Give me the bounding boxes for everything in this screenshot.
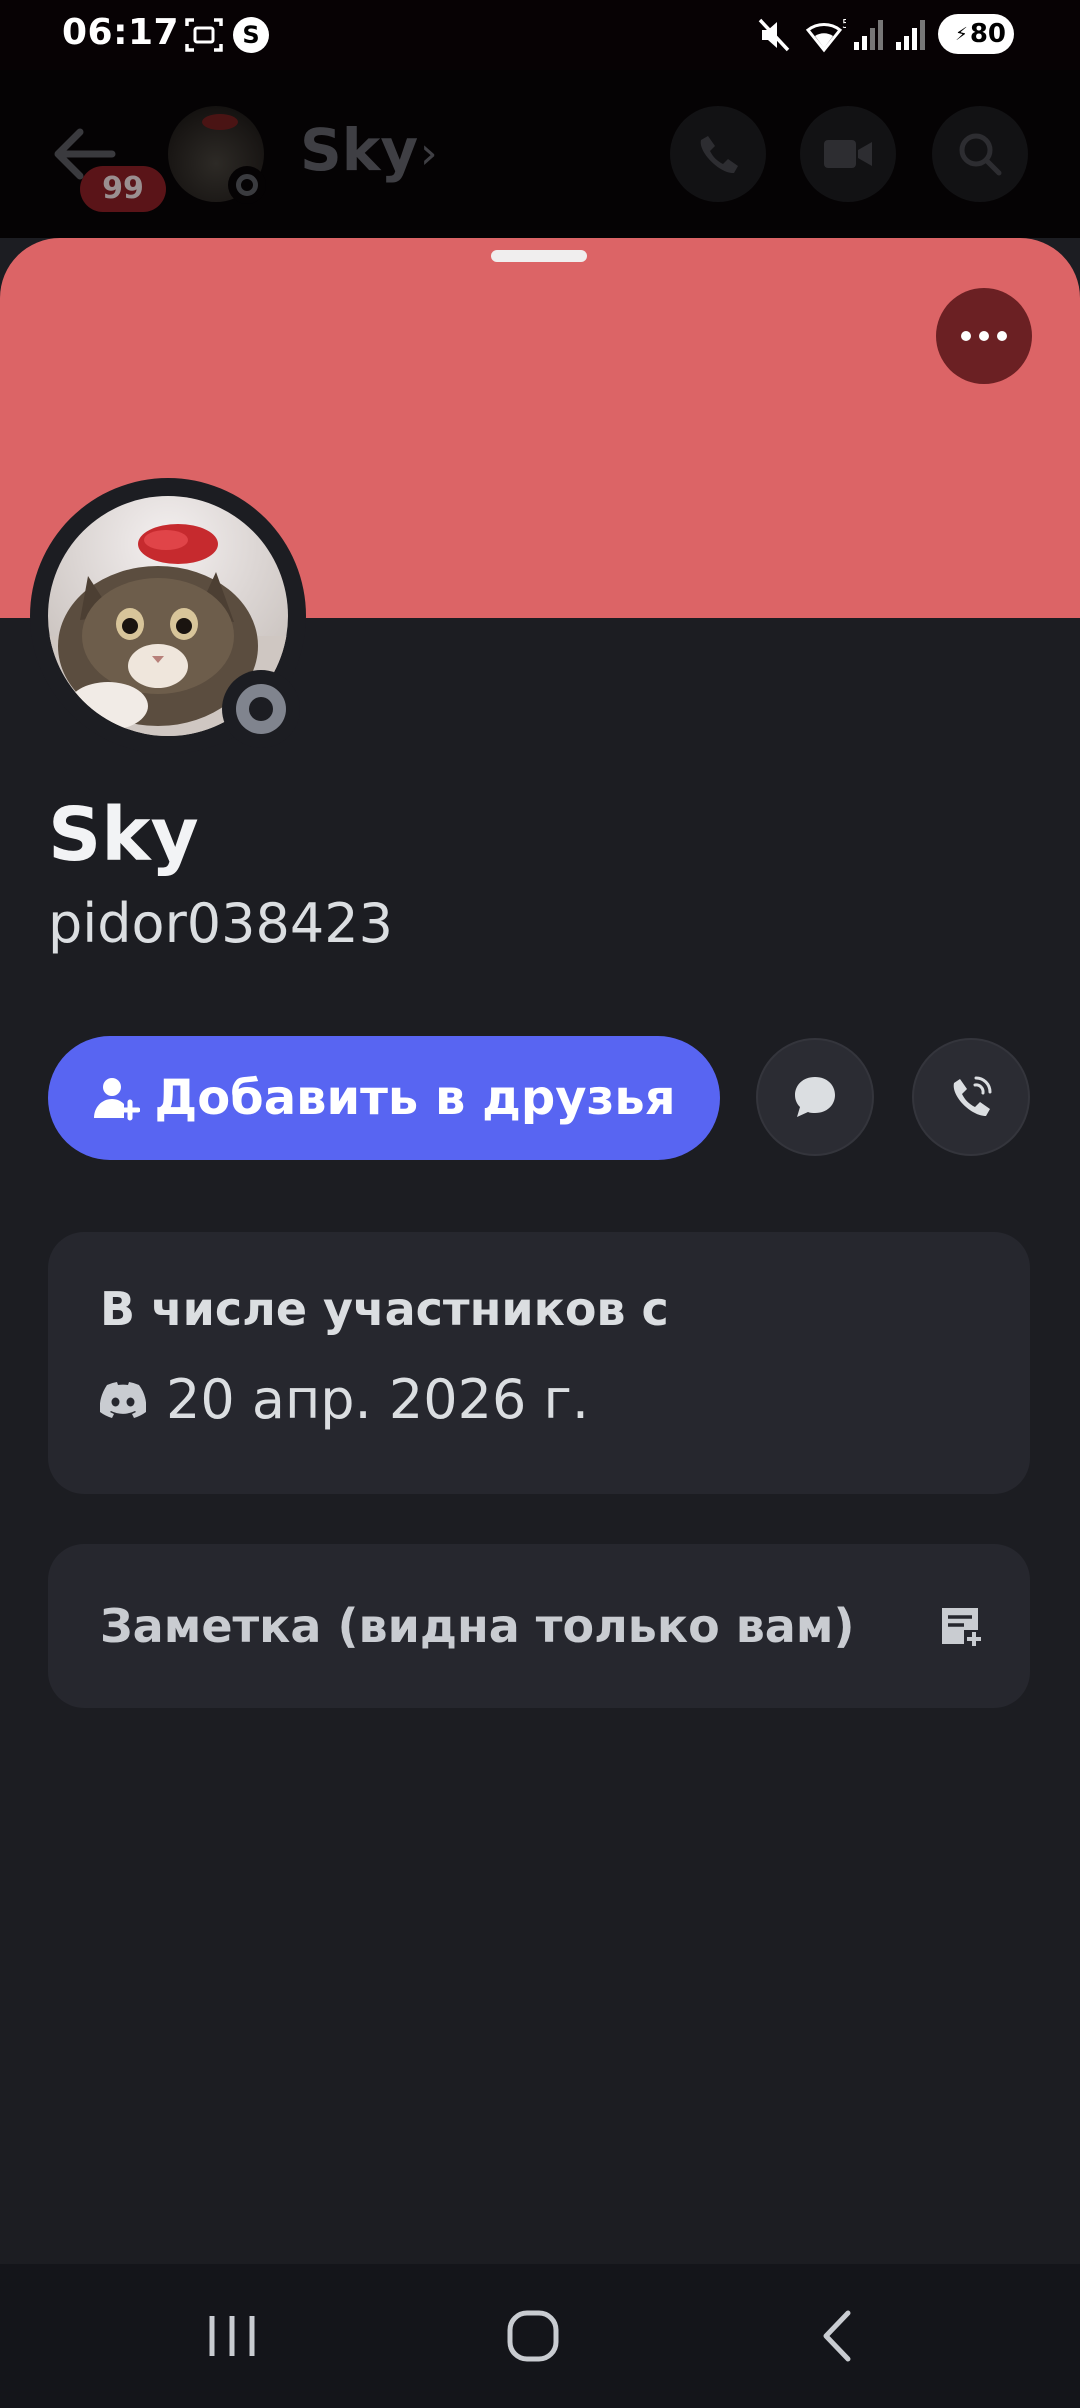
sheet-drag-handle[interactable] (491, 250, 587, 262)
chat-bubble-icon (795, 1077, 835, 1117)
status-time: 06:17 (62, 12, 180, 53)
mute-icon (758, 18, 790, 52)
video-camera-icon (824, 140, 872, 168)
status-bar: 06:17 S 5 ⚡ 80 (0, 0, 1080, 70)
member-since-date: 20 апр. 2026 г. (166, 1368, 590, 1431)
back-button[interactable] (798, 2304, 878, 2368)
note-label: Заметка (видна только вам) (100, 1599, 855, 1653)
video-call-button[interactable] (800, 106, 896, 202)
member-since-title: В числе участников с (100, 1282, 669, 1336)
add-note-icon[interactable] (938, 1604, 982, 1648)
discord-logo-icon (100, 1381, 146, 1418)
back-icon (823, 2310, 851, 2362)
unread-badge: 99 (80, 166, 166, 212)
chevron-right-icon: › (420, 128, 438, 179)
search-button[interactable] (932, 106, 1028, 202)
call-button[interactable] (912, 1038, 1030, 1156)
phone-icon (700, 136, 738, 174)
s-app-icon: S (233, 17, 269, 53)
chat-title[interactable]: Sky (300, 116, 418, 184)
profile-sheet: Sky pidor038423 Добавить в друзья В числ… (0, 238, 1080, 2264)
recent-apps-icon (209, 2316, 255, 2356)
more-options-button[interactable] (936, 288, 1032, 384)
note-card[interactable]: Заметка (видна только вам) (48, 1544, 1030, 1708)
add-friend-label: Добавить в друзья (154, 1070, 676, 1126)
svg-text:S: S (242, 21, 259, 49)
chat-header: 99 Sky › (0, 70, 1080, 238)
add-friend-button[interactable]: Добавить в друзья (48, 1036, 720, 1160)
member-since-card: В числе участников с 20 апр. 2026 г. (48, 1232, 1030, 1494)
phone-icon (953, 1076, 992, 1116)
signal-icon (854, 20, 883, 50)
recent-apps-button[interactable] (192, 2304, 272, 2368)
battery-icon: ⚡ 80 (938, 14, 1014, 54)
navigation-bar (0, 2264, 1080, 2408)
search-icon (959, 133, 1002, 176)
network-type: 5 (842, 17, 846, 31)
message-button[interactable] (756, 1038, 874, 1156)
home-button[interactable] (493, 2304, 573, 2368)
offline-status-icon (236, 684, 286, 734)
home-icon (507, 2310, 559, 2362)
battery-level: 80 (969, 19, 1006, 49)
status-indicator (228, 166, 266, 204)
voice-call-button[interactable] (670, 106, 766, 202)
screenshot-icon (185, 18, 223, 52)
status-indicator (222, 670, 300, 748)
display-name: Sky (48, 792, 199, 878)
wifi-icon: 5 (806, 17, 846, 53)
signal-icon (896, 20, 925, 50)
username[interactable]: pidor038423 (48, 892, 393, 955)
add-friend-icon (94, 1078, 141, 1121)
